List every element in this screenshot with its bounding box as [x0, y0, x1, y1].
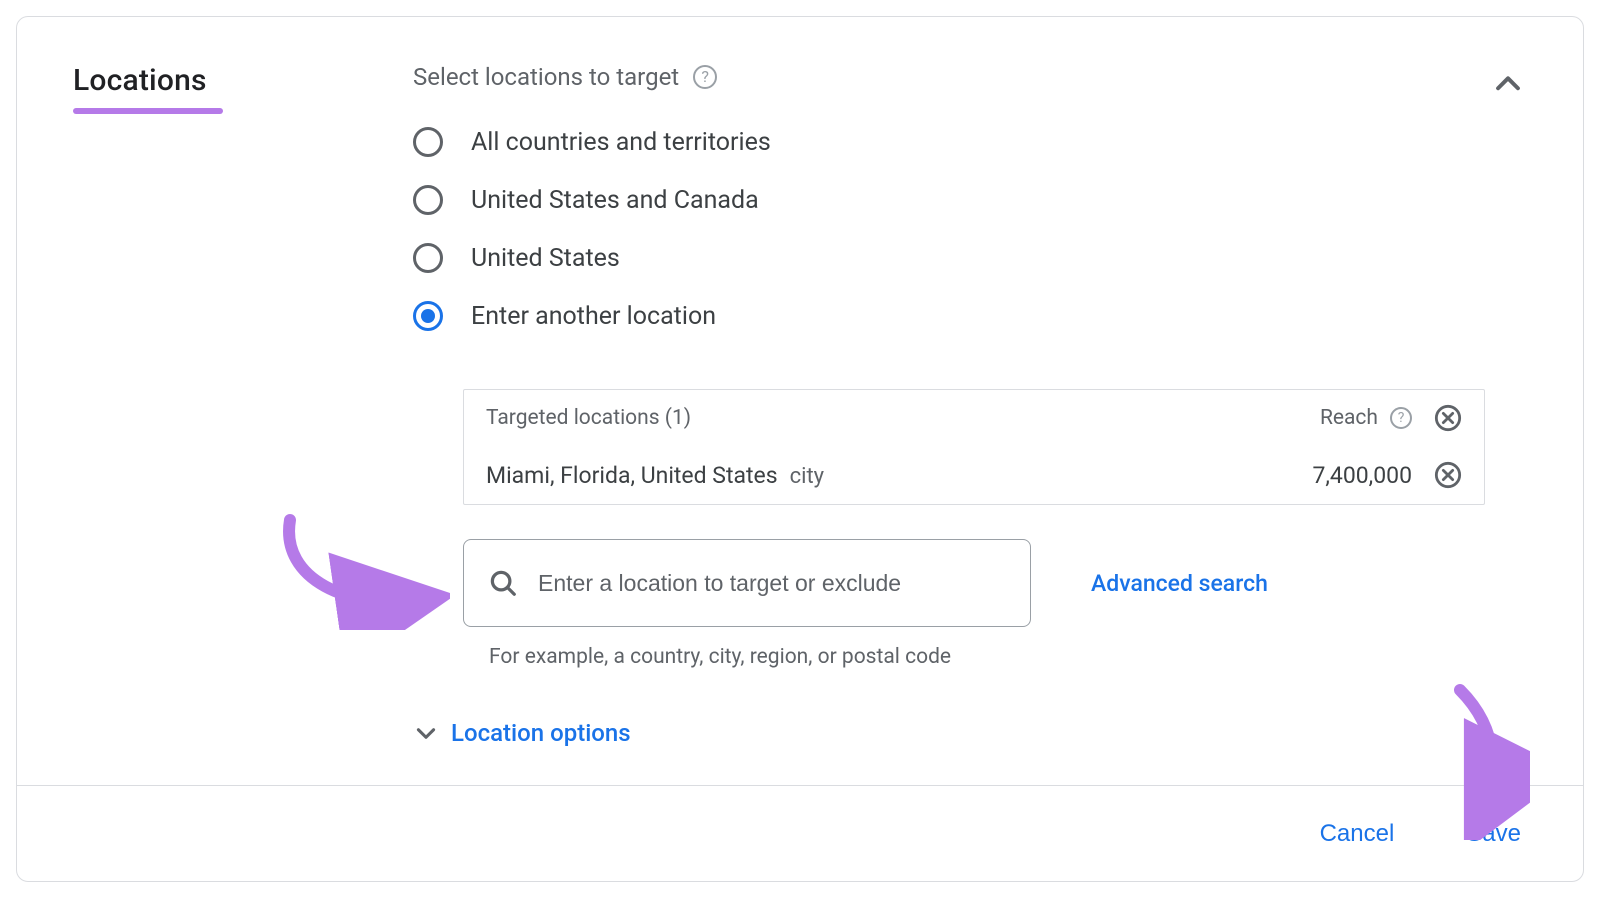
- help-icon[interactable]: ?: [1390, 407, 1412, 429]
- section-prompt: Select locations to target: [413, 63, 679, 91]
- targeted-locations-box: Targeted locations (1) Reach ? Miami, Fl…: [463, 389, 1485, 505]
- section-title: Locations: [73, 63, 207, 98]
- radio-group: All countries and territories United Stat…: [413, 127, 1525, 331]
- location-options-toggle[interactable]: Location options: [413, 719, 1525, 747]
- cancel-button[interactable]: Cancel: [1316, 812, 1399, 856]
- targeted-row: Miami, Florida, United States city 7,400,0…: [464, 446, 1484, 504]
- annotation-underline: [73, 108, 223, 114]
- radio-icon: [413, 127, 443, 157]
- close-all-icon[interactable]: [1434, 404, 1462, 432]
- save-button[interactable]: Save: [1462, 812, 1525, 856]
- footer: Cancel Save: [17, 785, 1583, 882]
- reach-label: Reach: [1320, 406, 1378, 430]
- search-helper-text: For example, a country, city, region, or…: [489, 645, 1525, 669]
- radio-label: All countries and territories: [471, 128, 771, 157]
- search-icon: [488, 568, 518, 598]
- radio-icon: [413, 185, 443, 215]
- radio-option[interactable]: Enter another location: [413, 301, 1525, 331]
- targeted-reach: 7,400,000: [1312, 462, 1412, 489]
- targeted-header: Targeted locations (1): [486, 406, 691, 430]
- targeted-name: Miami, Florida, United States: [486, 462, 778, 489]
- location-search-box[interactable]: [463, 539, 1031, 627]
- help-icon[interactable]: ?: [693, 65, 717, 89]
- targeted-type: city: [790, 464, 824, 489]
- radio-icon: [413, 243, 443, 273]
- locations-panel: Locations Select locations to target ? A…: [16, 16, 1584, 882]
- chevron-down-icon: [413, 720, 439, 746]
- radio-label: United States and Canada: [471, 186, 759, 215]
- location-options-label: Location options: [451, 719, 631, 747]
- radio-option[interactable]: All countries and territories: [413, 127, 1525, 157]
- location-search-input[interactable]: [536, 569, 1006, 598]
- advanced-search-link[interactable]: Advanced search: [1091, 570, 1268, 597]
- radio-icon: [413, 301, 443, 331]
- radio-option[interactable]: United States and Canada: [413, 185, 1525, 215]
- remove-row-icon[interactable]: [1434, 461, 1462, 489]
- radio-option[interactable]: United States: [413, 243, 1525, 273]
- radio-label: Enter another location: [471, 302, 716, 331]
- radio-label: United States: [471, 244, 620, 273]
